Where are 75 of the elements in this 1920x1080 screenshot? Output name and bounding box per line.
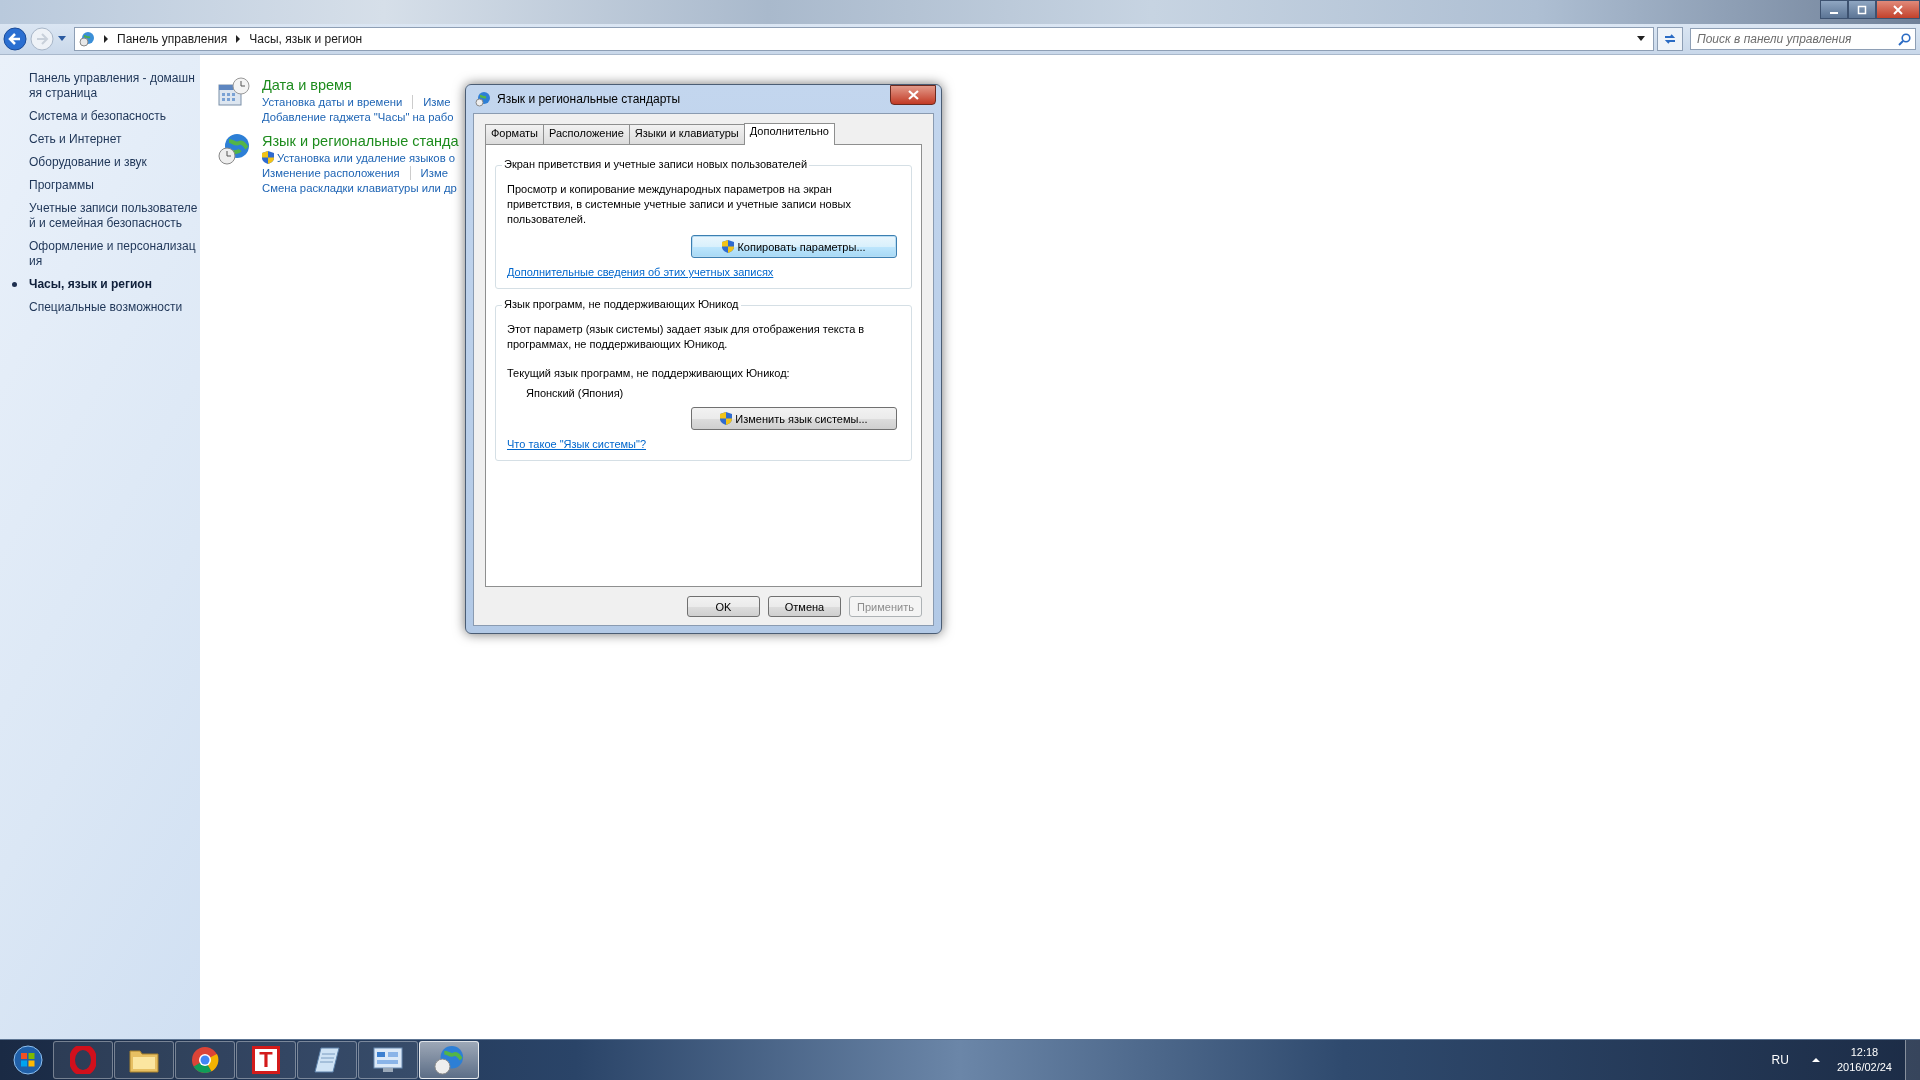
sidebar-link[interactable]: Программы	[29, 178, 94, 193]
dropdown-arrow-icon[interactable]	[1637, 36, 1645, 42]
folder-icon	[129, 1047, 159, 1073]
calendar-clock-icon	[218, 77, 250, 109]
close-button[interactable]	[890, 85, 936, 105]
sidebar-link[interactable]: Сеть и Интернет	[29, 132, 122, 147]
sidebar-link[interactable]: Учетные записи пользователе й и семейная безопасность	[29, 201, 198, 231]
back-button[interactable]	[3, 27, 27, 51]
chevron-icon	[103, 35, 109, 43]
dialog-title: Язык и региональные стандарты	[497, 92, 681, 106]
sidebar-link[interactable]: Оформление и персонализац ия	[29, 239, 196, 269]
description-text: Просмотр и копирование международных параметров на экран приветствия, в системные учетные записи и учетные записи новых пользователей.	[507, 182, 852, 227]
minimize-icon	[1830, 11, 1838, 14]
task-link[interactable]: Изме	[420, 167, 448, 179]
search-field[interactable]: Поиск в панели управления	[1690, 28, 1916, 50]
sidebar-link[interactable]: Часы, язык и регион	[29, 277, 152, 292]
action-button[interactable]: Изменить язык системы...	[691, 407, 897, 430]
task-link[interactable]: Установка или удаление языков о	[262, 151, 456, 164]
globe-clock-icon	[218, 133, 250, 165]
task-link[interactable]: Установка даты и времени	[262, 96, 403, 108]
tray-expand-icon[interactable]	[1811, 1057, 1820, 1063]
notepad-icon	[313, 1046, 341, 1074]
taskbar-button[interactable]	[297, 1041, 357, 1079]
taskbar-button[interactable]	[175, 1041, 235, 1079]
sidebar-link[interactable]: Оборудование и звук	[29, 155, 147, 170]
maximize-button[interactable]	[1848, 0, 1876, 19]
task-link[interactable]: Добавление гаджета "Часы" на рабо	[262, 111, 454, 123]
refresh-button[interactable]	[1657, 27, 1683, 51]
chrome-ball-icon	[191, 1046, 219, 1074]
breadcrumb[interactable]: Часы, язык и регион	[249, 32, 363, 46]
action-button[interactable]: Копировать параметры...	[691, 235, 897, 258]
clock[interactable]: 12:18 2016/02/24	[1836, 1045, 1892, 1075]
dialog-button[interactable]: OK	[687, 596, 760, 617]
sidebar-link[interactable]: Система и безопасность	[29, 109, 167, 124]
task-link[interactable]: Смена раскладки клавиатуры или др	[262, 182, 457, 194]
help-link[interactable]: Дополнительные сведения об этих учетных записях	[507, 266, 900, 278]
close-icon	[907, 90, 919, 100]
letter-app-icon: T	[252, 1046, 280, 1074]
taskbar-button[interactable]	[114, 1041, 174, 1079]
group-title: Экран приветствия и учетные записи новых пользователей	[502, 158, 810, 170]
maximize-icon	[1857, 4, 1867, 15]
task-link[interactable]: Изменение расположения	[262, 167, 400, 179]
current-language-label: Текущий язык программ, не поддерживающих Юникод:	[507, 367, 791, 379]
refresh-icon	[1663, 32, 1677, 46]
tab[interactable]: Дополнительно	[743, 123, 835, 145]
category-title[interactable]: Язык и региональные станда	[262, 133, 459, 149]
show-desktop-button[interactable]	[1905, 1040, 1920, 1080]
sidebar-link[interactable]: Специальные возможности	[29, 300, 183, 315]
category-title[interactable]: Дата и время	[262, 77, 454, 93]
close-icon	[1893, 4, 1903, 15]
help-link[interactable]: Что такое "Язык системы"?	[507, 438, 900, 450]
minimize-button[interactable]	[1820, 0, 1848, 19]
tab[interactable]: Расположение	[543, 124, 630, 144]
taskbar-button[interactable]	[419, 1041, 479, 1079]
breadcrumb[interactable]: Панель управления	[117, 32, 228, 46]
taskbar-button[interactable]: T	[236, 1041, 296, 1079]
ring-icon	[70, 1046, 96, 1074]
time-text: 12:18	[1850, 1045, 1879, 1060]
tab[interactable]: Языки и клавиатуры	[628, 124, 745, 144]
group-title: Язык программ, не поддерживающих Юникод	[502, 298, 741, 310]
language-indicator[interactable]: RU	[1771, 1053, 1789, 1067]
globe-icon	[475, 91, 491, 107]
date-text: 2016/02/24	[1836, 1060, 1892, 1075]
search-icon	[1898, 33, 1911, 46]
close-button[interactable]	[1876, 0, 1920, 19]
address-bar[interactable]: Панель управления Часы, язык и регион	[74, 27, 1654, 51]
taskbar-button[interactable]	[358, 1041, 418, 1079]
tab[interactable]: Форматы	[485, 124, 544, 144]
current-language-value: Японский (Япония)	[526, 387, 625, 399]
chevron-icon	[235, 35, 242, 43]
task-link[interactable]: Изме	[423, 96, 451, 108]
sidebar-link[interactable]: Панель управления - домашн яя страница	[29, 71, 195, 101]
globe-clock-icon	[434, 1045, 464, 1075]
description-text: Этот параметр (язык системы) задает язык для отображения текста в программах, не поддерживающих Юникод.	[507, 322, 866, 352]
dialog-button[interactable]: Отмена	[768, 596, 841, 617]
